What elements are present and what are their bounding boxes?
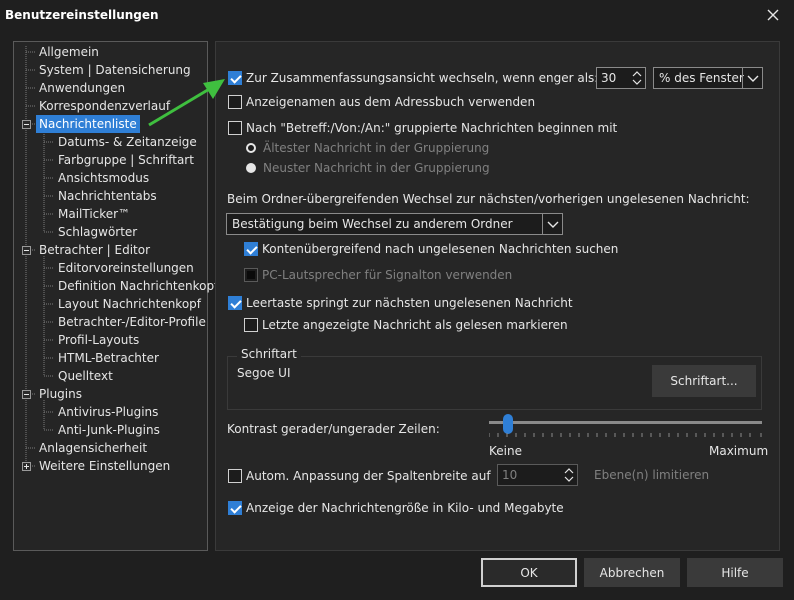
font-group-label: Schriftart xyxy=(237,347,301,361)
tree-item-mailticker[interactable]: MailTicker™ xyxy=(55,205,133,223)
collapse-icon[interactable] xyxy=(22,246,31,255)
summary-unit-select[interactable]: % des Fenster xyxy=(653,67,763,89)
contrast-min-label: Keine xyxy=(489,444,522,458)
mark-read-label: Letzte angezeigte Nachricht als gelesen … xyxy=(262,318,568,332)
font-value: Segoe UI xyxy=(237,366,291,380)
tree-item-betrachter-editor[interactable]: Betrachter | Editor xyxy=(36,241,153,259)
tree-item-allgemein[interactable]: Allgemein xyxy=(36,43,102,61)
pc-speaker-checkbox[interactable] xyxy=(244,268,258,282)
close-icon xyxy=(767,9,779,21)
spacebar-checkbox[interactable] xyxy=(228,296,242,310)
summary-view-checkbox[interactable] xyxy=(228,71,242,85)
column-width-label: Autom. Anpassung der Spaltenbreite auf xyxy=(246,469,491,483)
column-width-suffix: Ebene(n) limitieren xyxy=(594,468,710,482)
pc-speaker-label: PC-Lautsprecher für Signalton verwenden xyxy=(262,268,513,282)
cross-folder-heading: Beim Ordner-übergreifenden Wechsel zur n… xyxy=(227,192,750,206)
collapse-icon[interactable] xyxy=(22,390,31,399)
summary-width-value: 30 xyxy=(601,71,617,85)
close-button[interactable] xyxy=(758,2,788,28)
newest-label: Neuster Nachricht in der Gruppierung xyxy=(263,161,490,175)
slider-ticks xyxy=(489,433,762,437)
tree-item-betrachter-editor-profile[interactable]: Betrachter-/Editor-Profile xyxy=(55,313,209,331)
tree-item-anwendungen[interactable]: Anwendungen xyxy=(36,79,128,97)
tree-item-farbgruppe[interactable]: Farbgruppe | Schriftart xyxy=(55,151,197,169)
address-names-label: Anzeigenamen aus dem Adressbuch verwende… xyxy=(246,95,536,109)
font-button[interactable]: Schriftart... xyxy=(652,365,756,397)
cancel-button[interactable]: Abbrechen xyxy=(584,558,680,587)
cross-account-label: Kontenübergreifend nach ungelesenen Nach… xyxy=(262,242,619,256)
grouped-checkbox[interactable] xyxy=(228,121,242,135)
size-display-label: Anzeige der Nachrichtengröße in Kilo- un… xyxy=(246,501,564,515)
summary-width-input[interactable]: 30 xyxy=(596,67,646,89)
newest-radio[interactable] xyxy=(246,163,256,173)
window-title: Benutzereinstellungen xyxy=(5,8,159,22)
chevron-down-icon xyxy=(547,221,559,228)
tree-item-profil-layouts[interactable]: Profil-Layouts xyxy=(55,331,142,349)
summary-view-label: Zur Zusammenfassungsansicht wechseln, we… xyxy=(246,71,599,85)
caret-area xyxy=(742,68,762,88)
ok-button[interactable]: OK xyxy=(481,558,577,587)
spinner-arrows-icon[interactable] xyxy=(563,466,575,484)
tree-item-nachrichtentabs[interactable]: Nachrichtentabs xyxy=(55,187,160,205)
tree-item-html-betrachter[interactable]: HTML-Betrachter xyxy=(55,349,162,367)
cross-folder-select[interactable]: Bestätigung beim Wechsel zu anderem Ordn… xyxy=(226,213,563,235)
help-button[interactable]: Hilfe xyxy=(687,558,783,587)
contrast-max-label: Maximum xyxy=(709,444,769,458)
tree-item-schlagwoerter[interactable]: Schlagwörter xyxy=(55,223,140,241)
annotation-arrow-icon xyxy=(148,79,225,127)
tree-item-nachrichtenliste[interactable]: Nachrichtenliste xyxy=(36,115,140,133)
mark-read-checkbox[interactable] xyxy=(244,318,258,332)
tree-item-ansichtsmodus[interactable]: Ansichtsmodus xyxy=(55,169,152,187)
tree-item-weitere-einstellungen[interactable]: Weitere Einstellungen xyxy=(36,457,173,475)
summary-unit-value: % des Fenster xyxy=(659,71,744,85)
cross-folder-value: Bestätigung beim Wechsel zu anderem Ordn… xyxy=(232,217,513,231)
tree-item-quelltext[interactable]: Quelltext xyxy=(55,367,116,385)
caret-area xyxy=(542,214,562,234)
column-width-checkbox[interactable] xyxy=(228,469,242,483)
tree-item-plugins[interactable]: Plugins xyxy=(36,385,85,403)
size-display-checkbox[interactable] xyxy=(228,501,242,515)
oldest-radio[interactable] xyxy=(246,143,256,153)
tree-item-anti-junk-plugins[interactable]: Anti-Junk-Plugins xyxy=(55,421,163,439)
chevron-down-icon xyxy=(747,75,759,82)
column-width-value: 10 xyxy=(502,468,518,482)
oldest-label: Ältester Nachricht in der Gruppierung xyxy=(263,141,490,155)
tree-item-anlagensicherheit[interactable]: Anlagensicherheit xyxy=(36,439,150,457)
contrast-slider-track[interactable] xyxy=(489,421,762,424)
cross-account-checkbox[interactable] xyxy=(244,242,258,256)
grouped-label: Nach "Betreff:/Von:/An:" gruppierte Nach… xyxy=(246,121,618,135)
contrast-label: Kontrast gerader/ungerader Zeilen: xyxy=(227,422,440,436)
collapse-icon[interactable] xyxy=(22,120,31,129)
tree-item-editorvoreinstellungen[interactable]: Editorvoreinstellungen xyxy=(55,259,197,277)
title-bar: Benutzereinstellungen xyxy=(0,0,794,30)
tree-item-layout-nachrichtenkopf[interactable]: Layout Nachrichtenkopf xyxy=(55,295,204,313)
address-names-checkbox[interactable] xyxy=(228,95,242,109)
tree-item-datums-zeitanzeige[interactable]: Datums- & Zeitanzeige xyxy=(55,133,200,151)
spacebar-label: Leertaste springt zur nächsten ungelesen… xyxy=(246,296,573,310)
expand-icon[interactable] xyxy=(22,462,31,471)
column-width-input[interactable]: 10 xyxy=(497,464,578,486)
contrast-slider-thumb[interactable] xyxy=(503,414,514,434)
tree-item-definition-nachrichtenkopf[interactable]: Definition Nachrichtenkopf xyxy=(55,277,221,295)
spinner-arrows-icon[interactable] xyxy=(631,69,643,87)
tree-item-antivirus-plugins[interactable]: Antivirus-Plugins xyxy=(55,403,161,421)
